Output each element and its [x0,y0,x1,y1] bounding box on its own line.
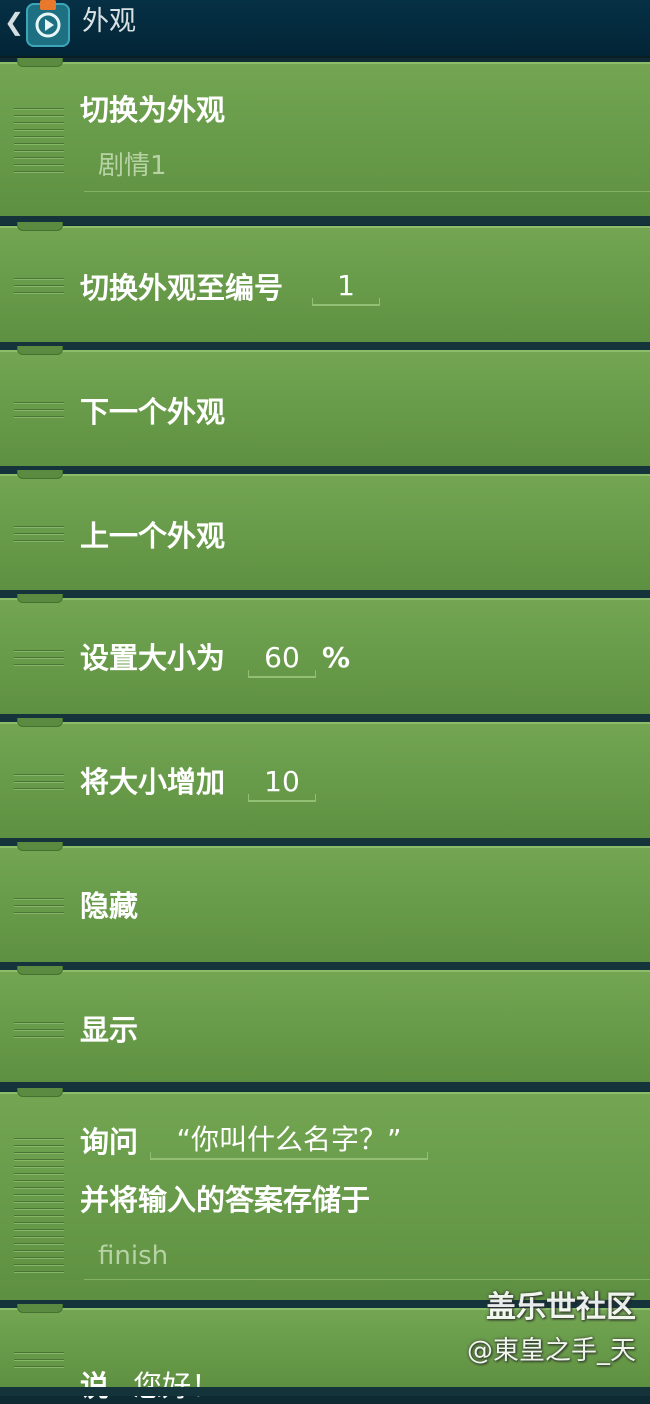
watermark-author: @東皇之手_天 [466,1336,636,1366]
block-previous-costume[interactable]: 上一个外观 [0,470,650,599]
size-input[interactable]: 60 [248,640,316,678]
block-label: 隐藏 [80,889,139,923]
costume-number-input[interactable]: 1 [312,268,380,306]
block-ask[interactable]: 询问 “你叫什么名字？” 并将输入的答案存储于 finish [0,1088,650,1309]
drag-handle-icon[interactable] [14,402,64,423]
drag-handle-icon[interactable] [14,898,64,919]
drag-handle-icon[interactable] [14,1022,64,1043]
block-switch-costume-number[interactable]: 切换外观至编号 1 [0,222,650,351]
block-label: 询问 [80,1125,139,1159]
page-title: 外观 [82,6,136,37]
block-show[interactable]: 显示 [0,966,650,1091]
say-label: 说 [80,1369,110,1403]
chevron-left-icon[interactable]: ❮ [4,8,24,36]
block-label: 切换外观至编号 [80,271,284,305]
percent-label: % [322,641,351,674]
block-label: 将大小增加 [80,765,226,799]
block-label-store: 并将输入的答案存储于 [80,1183,371,1217]
watermark-title: 盖乐世社区 [486,1290,636,1325]
block-change-size[interactable]: 将大小增加 10 [0,718,650,847]
block-set-size[interactable]: 设置大小为 60 % [0,594,650,723]
scratch-app-icon[interactable] [26,0,70,47]
block-label: 显示 [80,1013,139,1047]
block-label: 下一个外观 [80,395,226,429]
drag-handle-icon[interactable] [14,278,64,299]
block-label: 说 您好！ [80,1368,220,1404]
drag-handle-icon[interactable] [14,1352,64,1373]
block-label: 上一个外观 [80,519,226,553]
drag-handle-icon[interactable] [14,774,64,795]
drag-handle-icon[interactable] [14,1138,64,1278]
variable-dropdown[interactable]: finish [84,1238,650,1280]
block-switch-costume[interactable]: 切换为外观 剧情1 [0,58,650,225]
drag-handle-icon[interactable] [14,108,64,178]
drag-handle-icon[interactable] [14,650,64,671]
block-label: 切换为外观 [80,93,226,127]
costume-dropdown[interactable]: 剧情1 [84,148,650,192]
question-input[interactable]: “你叫什么名字？” [150,1122,428,1160]
block-next-costume[interactable]: 下一个外观 [0,346,650,475]
say-input[interactable]: 您好！ [133,1369,220,1403]
drag-handle-icon[interactable] [14,526,64,547]
top-bar: ❮ 外观 [0,0,650,58]
block-label: 设置大小为 [80,641,226,675]
block-hide[interactable]: 隐藏 [0,842,650,971]
size-change-input[interactable]: 10 [248,764,316,802]
